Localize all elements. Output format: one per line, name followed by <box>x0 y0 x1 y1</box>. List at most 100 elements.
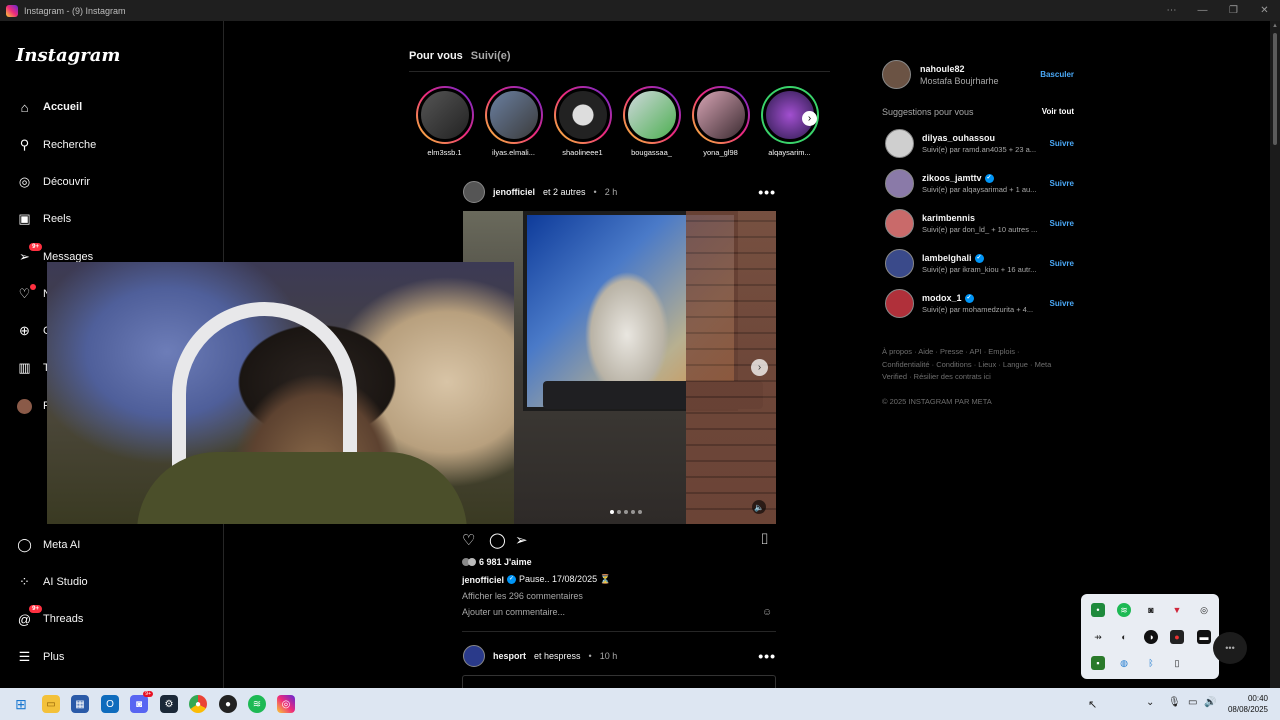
network-tray-icon[interactable]: ◍ <box>1117 656 1131 670</box>
post-media[interactable] <box>462 675 776 688</box>
minimize-button[interactable]: — <box>1187 0 1218 21</box>
tab-following[interactable]: Suivi(e) <box>471 50 511 62</box>
post-username[interactable]: hesport <box>493 651 526 661</box>
suggestion-handle[interactable]: dilyas_ouhassou <box>922 133 995 143</box>
nav-search[interactable]: ⚲ Recherche <box>16 133 96 157</box>
vpn-tray-icon[interactable]: ▼ <box>1170 603 1184 617</box>
story-item[interactable]: shaolineee1 <box>552 86 613 157</box>
story-item[interactable]: ilyas.elmali... <box>483 86 544 157</box>
scrollbar[interactable]: ▲ <box>1270 21 1280 688</box>
add-comment-input[interactable]: Ajouter un commentaire... <box>462 607 565 617</box>
tab-for-you[interactable]: Pour vous <box>409 50 463 62</box>
follow-button[interactable]: Suivre <box>1050 259 1074 268</box>
story-item[interactable]: bougassaa_ <box>621 86 682 157</box>
share-icon[interactable]: ➢ <box>515 531 528 549</box>
story-item[interactable]: elm3ssb.1 <box>414 86 475 157</box>
suggestion-handle[interactable]: modox_1 ✓ <box>922 293 974 303</box>
bluetooth-tray-icon[interactable]: ᛒ <box>1144 656 1158 670</box>
avatar[interactable] <box>885 249 914 278</box>
nav-more[interactable]: ☰ Plus <box>16 645 65 669</box>
nav-meta-ai[interactable]: ◯ Meta AI <box>16 533 80 557</box>
microphone-icon[interactable]: 🎙 <box>1168 697 1181 708</box>
discord-tray-icon[interactable]: ◙ <box>1144 603 1158 617</box>
discord-icon[interactable]: ◙ 9+ <box>130 691 153 713</box>
stories-next-button[interactable]: › <box>802 111 817 126</box>
suggestion-handle[interactable]: lambelghali ✓ <box>922 253 984 263</box>
tray-app-icon[interactable]: ◐ <box>1117 630 1131 644</box>
store-icon[interactable]: ▦ <box>71 695 89 713</box>
suggestion-handle[interactable]: karimbennis <box>922 213 975 223</box>
story-username: shaolineee1 <box>562 148 603 157</box>
follow-button[interactable]: Suivre <box>1050 299 1074 308</box>
chrome-icon[interactable]: ● <box>189 695 207 713</box>
footer-links[interactable]: À propos · Aide · Presse · API · Emplois… <box>882 346 1062 384</box>
instagram-logo[interactable]: Instagram <box>16 45 120 66</box>
nvidia-tray-icon[interactable]: ▪ <box>1091 656 1105 670</box>
avatar[interactable] <box>885 289 914 318</box>
steam-icon[interactable]: ⚙ <box>160 695 178 713</box>
instagram-icon[interactable]: ◎ <box>277 695 295 713</box>
switch-account-button[interactable]: Basculer <box>1040 70 1074 79</box>
caption-username[interactable]: jenofficiel <box>462 575 504 585</box>
carousel-next-button[interactable]: › <box>751 359 768 376</box>
post-coauthors[interactable]: et hespress <box>534 651 581 661</box>
restore-button[interactable]: ❐ <box>1218 0 1249 21</box>
avatar[interactable] <box>463 181 485 203</box>
follow-button[interactable]: Suivre <box>1050 179 1074 188</box>
bookmark-icon[interactable]: ⌷ <box>760 531 769 548</box>
like-icon[interactable]: ♡ <box>462 531 475 549</box>
caption-text: Pause.. 17/08/2025 ⏳ <box>519 574 611 584</box>
tray-app-icon[interactable]: ⇸ <box>1091 630 1105 644</box>
nav-home[interactable]: ⌂ Accueil <box>16 95 83 119</box>
follow-button[interactable]: Suivre <box>1050 139 1074 148</box>
likes-count[interactable]: 6 981 J'aime <box>462 557 532 567</box>
nav-threads[interactable]: @9+ Threads <box>16 604 83 631</box>
scroll-up-icon[interactable]: ▲ <box>1272 23 1278 29</box>
tray-app-icon[interactable]: • <box>1091 603 1105 617</box>
avatar[interactable] <box>463 645 485 667</box>
account-handle[interactable]: nahoule82 <box>920 64 965 74</box>
comment-icon[interactable]: ◯ <box>489 531 506 549</box>
tray-app-icon[interactable]: ◎ <box>1197 603 1211 617</box>
follow-button[interactable]: Suivre <box>1050 219 1074 228</box>
clock[interactable]: 00:40 08/08/2025 <box>1228 693 1268 715</box>
nav-notifications[interactable]: ♡ N <box>16 282 51 306</box>
windows-start-icon[interactable]: ⊞ <box>12 695 30 713</box>
floating-more-button[interactable]: ••• <box>1213 632 1247 664</box>
scrollbar-thumb[interactable] <box>1273 33 1277 145</box>
mute-icon[interactable]: 🔈 <box>752 500 766 514</box>
nav-explore[interactable]: ◎ Découvrir <box>16 170 90 194</box>
tray-app-icon[interactable]: ◑ <box>1144 630 1158 644</box>
story-item[interactable]: yona_gl98 <box>690 86 751 157</box>
spotify-icon[interactable]: ≋ <box>248 695 266 713</box>
nav-profile[interactable]: P <box>16 394 50 418</box>
nav-reels[interactable]: ▣ Reels <box>16 207 71 231</box>
file-explorer-icon[interactable]: ▭ <box>42 695 60 713</box>
avatar[interactable] <box>882 60 911 89</box>
nav-ai-studio[interactable]: ⁘ AI Studio <box>16 570 88 594</box>
avatar[interactable] <box>885 209 914 238</box>
post-username[interactable]: jenofficiel <box>493 187 535 197</box>
more-options-icon[interactable]: ⋯ <box>1156 0 1187 21</box>
nav-dashboard[interactable]: ▥ T <box>16 356 49 380</box>
chevron-up-icon[interactable]: ⌄ <box>1146 697 1154 708</box>
close-button[interactable]: ✕ <box>1249 0 1280 21</box>
spotify-tray-icon[interactable]: ≋ <box>1117 603 1131 617</box>
emoji-icon[interactable]: ☺ <box>762 607 772 618</box>
avatar[interactable] <box>885 169 914 198</box>
avatar[interactable] <box>885 129 914 158</box>
dark-app-icon[interactable]: ● <box>219 695 237 713</box>
see-all-link[interactable]: Voir tout <box>1042 107 1074 116</box>
display-icon[interactable]: ▭ <box>1188 697 1197 708</box>
view-comments-link[interactable]: Afficher les 296 commentaires <box>462 591 583 601</box>
suggestion-handle[interactable]: zikoos_jamttv ✓ <box>922 173 994 183</box>
more-options-icon[interactable]: ••• <box>758 184 776 200</box>
tray-app-icon[interactable]: ▬ <box>1197 630 1211 644</box>
usb-tray-icon[interactable]: ▯ <box>1170 656 1184 670</box>
tray-app-icon[interactable]: ● <box>1170 630 1184 644</box>
more-options-icon[interactable]: ••• <box>758 648 776 664</box>
nav-create[interactable]: ⊕ C <box>16 319 51 343</box>
volume-icon[interactable]: 🔊 <box>1204 697 1216 708</box>
outlook-icon[interactable]: O <box>101 695 119 713</box>
post-coauthors[interactable]: et 2 autres <box>543 187 586 197</box>
